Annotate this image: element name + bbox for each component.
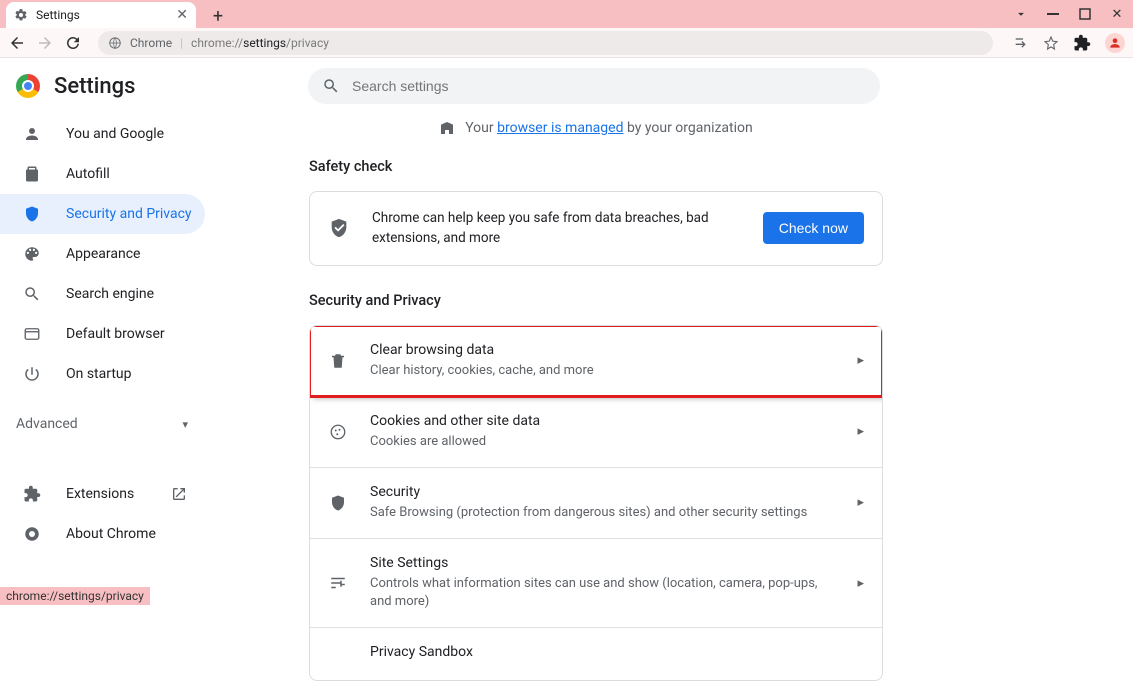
chevron-right-icon: ▸ [857,353,864,368]
row-subtitle: Controls what information sites can use … [370,575,835,611]
chevron-right-icon: ▸ [857,495,864,510]
chevron-right-icon: ▸ [857,576,864,591]
row-site-settings[interactable]: Site Settings Controls what information … [310,538,882,627]
globe-icon [108,36,122,50]
row-privacy-sandbox[interactable]: Privacy Sandbox [310,627,882,680]
close-tab-icon[interactable]: ✕ [176,7,188,23]
sidebar-item-label: Autofill [66,166,110,182]
chevron-right-icon: ▸ [857,424,864,439]
sidebar-item-you-and-google[interactable]: You and Google [0,114,205,154]
managed-banner: Your browser is managed by your organiza… [309,120,883,136]
sidebar-item-appearance[interactable]: Appearance [0,234,205,274]
browser-tab[interactable]: Settings ✕ [6,2,196,28]
trash-icon [328,352,348,370]
sidebar-item-label: You and Google [66,126,164,142]
sidebar-item-label: Appearance [66,246,140,262]
row-subtitle: Cookies are allowed [370,433,835,451]
chevron-down-icon: ▾ [182,418,188,431]
sidebar-item-on-startup[interactable]: On startup [0,354,205,394]
gear-icon [14,8,28,22]
sidebar-item-default-browser[interactable]: Default browser [0,314,205,354]
maximize-icon[interactable] [1077,6,1093,22]
row-title: Clear browsing data [370,342,835,358]
status-bar: chrome://settings/privacy [0,587,150,605]
address-bar[interactable]: Chrome | chrome://settings/privacy [98,31,993,55]
building-icon [439,120,455,136]
row-subtitle: Clear history, cookies, cache, and more [370,362,835,380]
sidebar-item-label: Default browser [66,326,165,342]
chevron-down-icon[interactable] [1013,6,1029,22]
shield-icon [328,494,348,512]
back-button[interactable] [8,34,26,52]
sidebar-item-extensions[interactable]: Extensions [0,474,205,514]
security-privacy-card: Clear browsing data Clear history, cooki… [309,325,883,681]
power-icon [22,365,42,383]
check-now-button[interactable]: Check now [763,212,864,244]
main-content: Your browser is managed by your organiza… [255,58,883,605]
safety-check-text: Chrome can help keep you safe from data … [372,208,741,249]
chrome-icon [22,525,42,543]
row-subtitle: Safe Browsing (protection from dangerous… [370,504,835,522]
row-title: Cookies and other site data [370,413,835,429]
sidebar-item-search-engine[interactable]: Search engine [0,274,205,314]
sidebar-item-autofill[interactable]: Autofill [0,154,205,194]
row-title: Security [370,484,835,500]
omnibox-label: Chrome [130,36,172,50]
sidebar-item-label: On startup [66,366,132,382]
person-icon [22,125,42,143]
profile-avatar[interactable] [1105,33,1125,53]
security-privacy-heading: Security and Privacy [309,292,883,309]
star-icon[interactable] [1043,35,1059,51]
shield-icon [22,205,42,223]
share-icon[interactable] [1013,35,1029,51]
sidebar-item-security-privacy[interactable]: Security and Privacy [0,194,205,234]
sidebar-item-label: Extensions [66,486,134,502]
row-cookies[interactable]: Cookies and other site data Cookies are … [310,396,882,467]
new-tab-button[interactable]: + [206,4,230,28]
tune-icon [328,574,348,592]
close-window-icon[interactable]: ✕ [1109,6,1125,22]
sidebar-item-label: About Chrome [66,526,156,542]
row-clear-browsing-data[interactable]: Clear browsing data Clear history, cooki… [310,326,882,396]
row-security[interactable]: Security Safe Browsing (protection from … [310,467,882,538]
sidebar-item-label: Security and Privacy [66,206,192,222]
sidebar-advanced-toggle[interactable]: Advanced ▾ [0,404,210,444]
extensions-icon[interactable] [1073,34,1091,52]
clipboard-icon [22,165,42,183]
forward-button[interactable] [36,34,54,52]
cookie-icon [328,423,348,441]
minimize-icon[interactable] [1045,6,1061,22]
advanced-label: Advanced [16,416,78,432]
sidebar-item-label: Search engine [66,286,154,302]
sidebar-item-about-chrome[interactable]: About Chrome [0,514,205,554]
tab-title: Settings [36,8,168,22]
extensions-icon [22,485,42,503]
search-icon [22,285,42,303]
browser-toolbar: Chrome | chrome://settings/privacy [0,28,1133,58]
safety-check-heading: Safety check [309,158,883,175]
row-title: Site Settings [370,555,835,571]
settings-sidebar: You and Google Autofill Security and Pri… [0,58,255,605]
reload-button[interactable] [64,34,82,52]
safety-check-card: Chrome can help keep you safe from data … [309,191,883,266]
browser-icon [22,325,42,343]
open-external-icon [171,486,187,502]
row-title: Privacy Sandbox [370,644,864,660]
tab-strip: Settings ✕ + ✕ [0,0,1133,28]
palette-icon [22,245,42,263]
shield-check-icon [328,217,350,239]
managed-link[interactable]: browser is managed [497,120,623,136]
